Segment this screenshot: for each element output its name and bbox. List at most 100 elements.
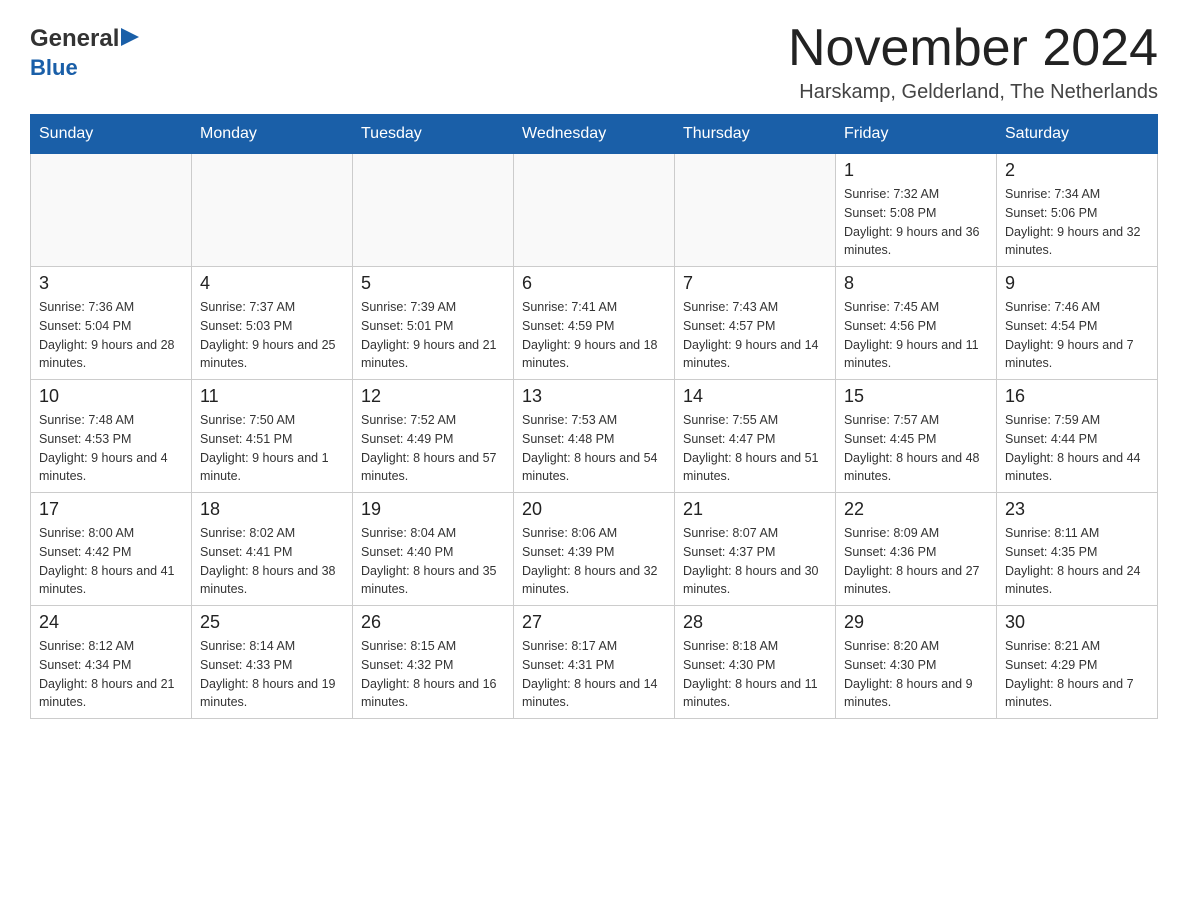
day-number: 17 [39,499,183,520]
day-info: Sunrise: 7:34 AMSunset: 5:06 PMDaylight:… [1005,185,1149,260]
day-number: 10 [39,386,183,407]
calendar-cell: 14 Sunrise: 7:55 AMSunset: 4:47 PMDayligh… [675,380,836,493]
day-info: Sunrise: 7:43 AMSunset: 4:57 PMDaylight:… [683,298,827,373]
calendar-table: SundayMondayTuesdayWednesdayThursdayFrid… [30,114,1158,719]
day-number: 24 [39,612,183,633]
calendar-week-row: 1 Sunrise: 7:32 AMSunset: 5:08 PMDaylight… [31,154,1158,267]
day-number: 6 [522,273,666,294]
calendar-week-row: 17Sunrise: 8:00 AMSunset: 4:42 PMDayligh… [31,493,1158,606]
day-number: 12 [361,386,505,407]
day-number: 14 [683,386,827,407]
day-number: 13 [522,386,666,407]
day-info: Sunrise: 7:57 AMSunset: 4:45 PMDaylight:… [844,411,988,486]
calendar-cell: 5 Sunrise: 7:39 AMSunset: 5:01 PMDaylight… [353,267,514,380]
page-header: General Blue November 2024 Harskamp, Gel… [30,20,1158,104]
day-number: 26 [361,612,505,633]
day-info: Sunrise: 8:21 AMSunset: 4:29 PMDaylight:… [1005,637,1149,712]
calendar-cell: 8Sunrise: 7:45 AMSunset: 4:56 PMDaylight… [836,267,997,380]
calendar-cell [675,154,836,267]
calendar-header-tuesday: Tuesday [353,115,514,154]
day-info: Sunrise: 7:48 AMSunset: 4:53 PMDaylight:… [39,411,183,486]
day-number: 5 [361,273,505,294]
calendar-cell: 19 Sunrise: 8:04 AMSunset: 4:40 PMDayligh… [353,493,514,606]
day-info: Sunrise: 8:07 AMSunset: 4:37 PMDaylight:… [683,524,827,599]
month-title: November 2024 [788,20,1158,77]
calendar-week-row: 10 Sunrise: 7:48 AMSunset: 4:53 PMDayligh… [31,380,1158,493]
day-number: 4 [200,273,344,294]
day-info: Sunrise: 8:20 AMSunset: 4:30 PMDaylight:… [844,637,988,712]
day-number: 3 [39,273,183,294]
calendar-header-wednesday: Wednesday [514,115,675,154]
day-info: Sunrise: 7:55 AMSunset: 4:47 PMDaylight:… [683,411,827,486]
day-info: Sunrise: 7:39 AMSunset: 5:01 PMDaylight:… [361,298,505,373]
day-number: 9 [1005,273,1149,294]
calendar-cell: 13Sunrise: 7:53 AMSunset: 4:48 PMDayligh… [514,380,675,493]
day-number: 22 [844,499,988,520]
calendar-cell: 25 Sunrise: 8:14 AMSunset: 4:33 PMDayligh… [192,606,353,719]
logo: General Blue [30,20,139,81]
day-info: Sunrise: 7:37 AMSunset: 5:03 PMDaylight:… [200,298,344,373]
calendar-cell [514,154,675,267]
calendar-week-row: 3Sunrise: 7:36 AMSunset: 5:04 PMDaylight… [31,267,1158,380]
day-number: 11 [200,386,344,407]
calendar-cell: 6 Sunrise: 7:41 AMSunset: 4:59 PMDaylight… [514,267,675,380]
calendar-cell: 23Sunrise: 8:11 AMSunset: 4:35 PMDayligh… [997,493,1158,606]
day-info: Sunrise: 8:15 AMSunset: 4:32 PMDaylight:… [361,637,505,712]
day-number: 19 [361,499,505,520]
calendar-cell: 27Sunrise: 8:17 AMSunset: 4:31 PMDayligh… [514,606,675,719]
day-number: 1 [844,160,988,181]
calendar-cell: 9 Sunrise: 7:46 AMSunset: 4:54 PMDaylight… [997,267,1158,380]
calendar-cell: 21Sunrise: 8:07 AMSunset: 4:37 PMDayligh… [675,493,836,606]
calendar-header-monday: Monday [192,115,353,154]
day-number: 8 [844,273,988,294]
calendar-cell: 26 Sunrise: 8:15 AMSunset: 4:32 PMDayligh… [353,606,514,719]
day-number: 15 [844,386,988,407]
day-number: 16 [1005,386,1149,407]
day-info: Sunrise: 7:41 AMSunset: 4:59 PMDaylight:… [522,298,666,373]
calendar-cell: 10 Sunrise: 7:48 AMSunset: 4:53 PMDayligh… [31,380,192,493]
calendar-cell: 2Sunrise: 7:34 AMSunset: 5:06 PMDaylight… [997,154,1158,267]
day-info: Sunrise: 8:09 AMSunset: 4:36 PMDaylight:… [844,524,988,599]
day-number: 20 [522,499,666,520]
location-text: Harskamp, Gelderland, The Netherlands [788,81,1158,104]
day-info: Sunrise: 8:04 AMSunset: 4:40 PMDaylight:… [361,524,505,599]
calendar-header-saturday: Saturday [997,115,1158,154]
calendar-cell: 28 Sunrise: 8:18 AMSunset: 4:30 PMDayligh… [675,606,836,719]
day-info: Sunrise: 7:50 AMSunset: 4:51 PMDaylight:… [200,411,344,486]
title-area: November 2024 Harskamp, Gelderland, The … [788,20,1158,104]
day-info: Sunrise: 8:02 AMSunset: 4:41 PMDaylight:… [200,524,344,599]
day-info: Sunrise: 8:12 AMSunset: 4:34 PMDaylight:… [39,637,183,712]
calendar-cell [31,154,192,267]
day-number: 23 [1005,499,1149,520]
calendar-cell: 7 Sunrise: 7:43 AMSunset: 4:57 PMDaylight… [675,267,836,380]
calendar-cell: 12 Sunrise: 7:52 AMSunset: 4:49 PMDayligh… [353,380,514,493]
day-info: Sunrise: 7:32 AMSunset: 5:08 PMDaylight:… [844,185,988,260]
day-info: Sunrise: 7:52 AMSunset: 4:49 PMDaylight:… [361,411,505,486]
calendar-week-row: 24 Sunrise: 8:12 AMSunset: 4:34 PMDayligh… [31,606,1158,719]
day-info: Sunrise: 7:59 AMSunset: 4:44 PMDaylight:… [1005,411,1149,486]
calendar-cell: 20 Sunrise: 8:06 AMSunset: 4:39 PMDayligh… [514,493,675,606]
calendar-cell: 30 Sunrise: 8:21 AMSunset: 4:29 PMDayligh… [997,606,1158,719]
day-info: Sunrise: 7:46 AMSunset: 4:54 PMDaylight:… [1005,298,1149,373]
calendar-cell: 4 Sunrise: 7:37 AMSunset: 5:03 PMDaylight… [192,267,353,380]
calendar-cell [192,154,353,267]
day-info: Sunrise: 8:17 AMSunset: 4:31 PMDaylight:… [522,637,666,712]
day-info: Sunrise: 8:06 AMSunset: 4:39 PMDaylight:… [522,524,666,599]
calendar-cell: 22 Sunrise: 8:09 AMSunset: 4:36 PMDayligh… [836,493,997,606]
day-info: Sunrise: 8:14 AMSunset: 4:33 PMDaylight:… [200,637,344,712]
day-number: 25 [200,612,344,633]
logo-triangle-icon [121,28,139,46]
calendar-header-row: SundayMondayTuesdayWednesdayThursdayFrid… [31,115,1158,154]
calendar-cell: 18Sunrise: 8:02 AMSunset: 4:41 PMDayligh… [192,493,353,606]
day-number: 28 [683,612,827,633]
calendar-cell: 3Sunrise: 7:36 AMSunset: 5:04 PMDaylight… [31,267,192,380]
calendar-cell: 1 Sunrise: 7:32 AMSunset: 5:08 PMDaylight… [836,154,997,267]
calendar-cell: 11 Sunrise: 7:50 AMSunset: 4:51 PMDayligh… [192,380,353,493]
logo-blue-text: Blue [30,55,78,81]
day-number: 30 [1005,612,1149,633]
day-number: 7 [683,273,827,294]
day-info: Sunrise: 8:18 AMSunset: 4:30 PMDaylight:… [683,637,827,712]
calendar-cell: 15 Sunrise: 7:57 AMSunset: 4:45 PMDayligh… [836,380,997,493]
calendar-cell: 29Sunrise: 8:20 AMSunset: 4:30 PMDayligh… [836,606,997,719]
calendar-header-sunday: Sunday [31,115,192,154]
